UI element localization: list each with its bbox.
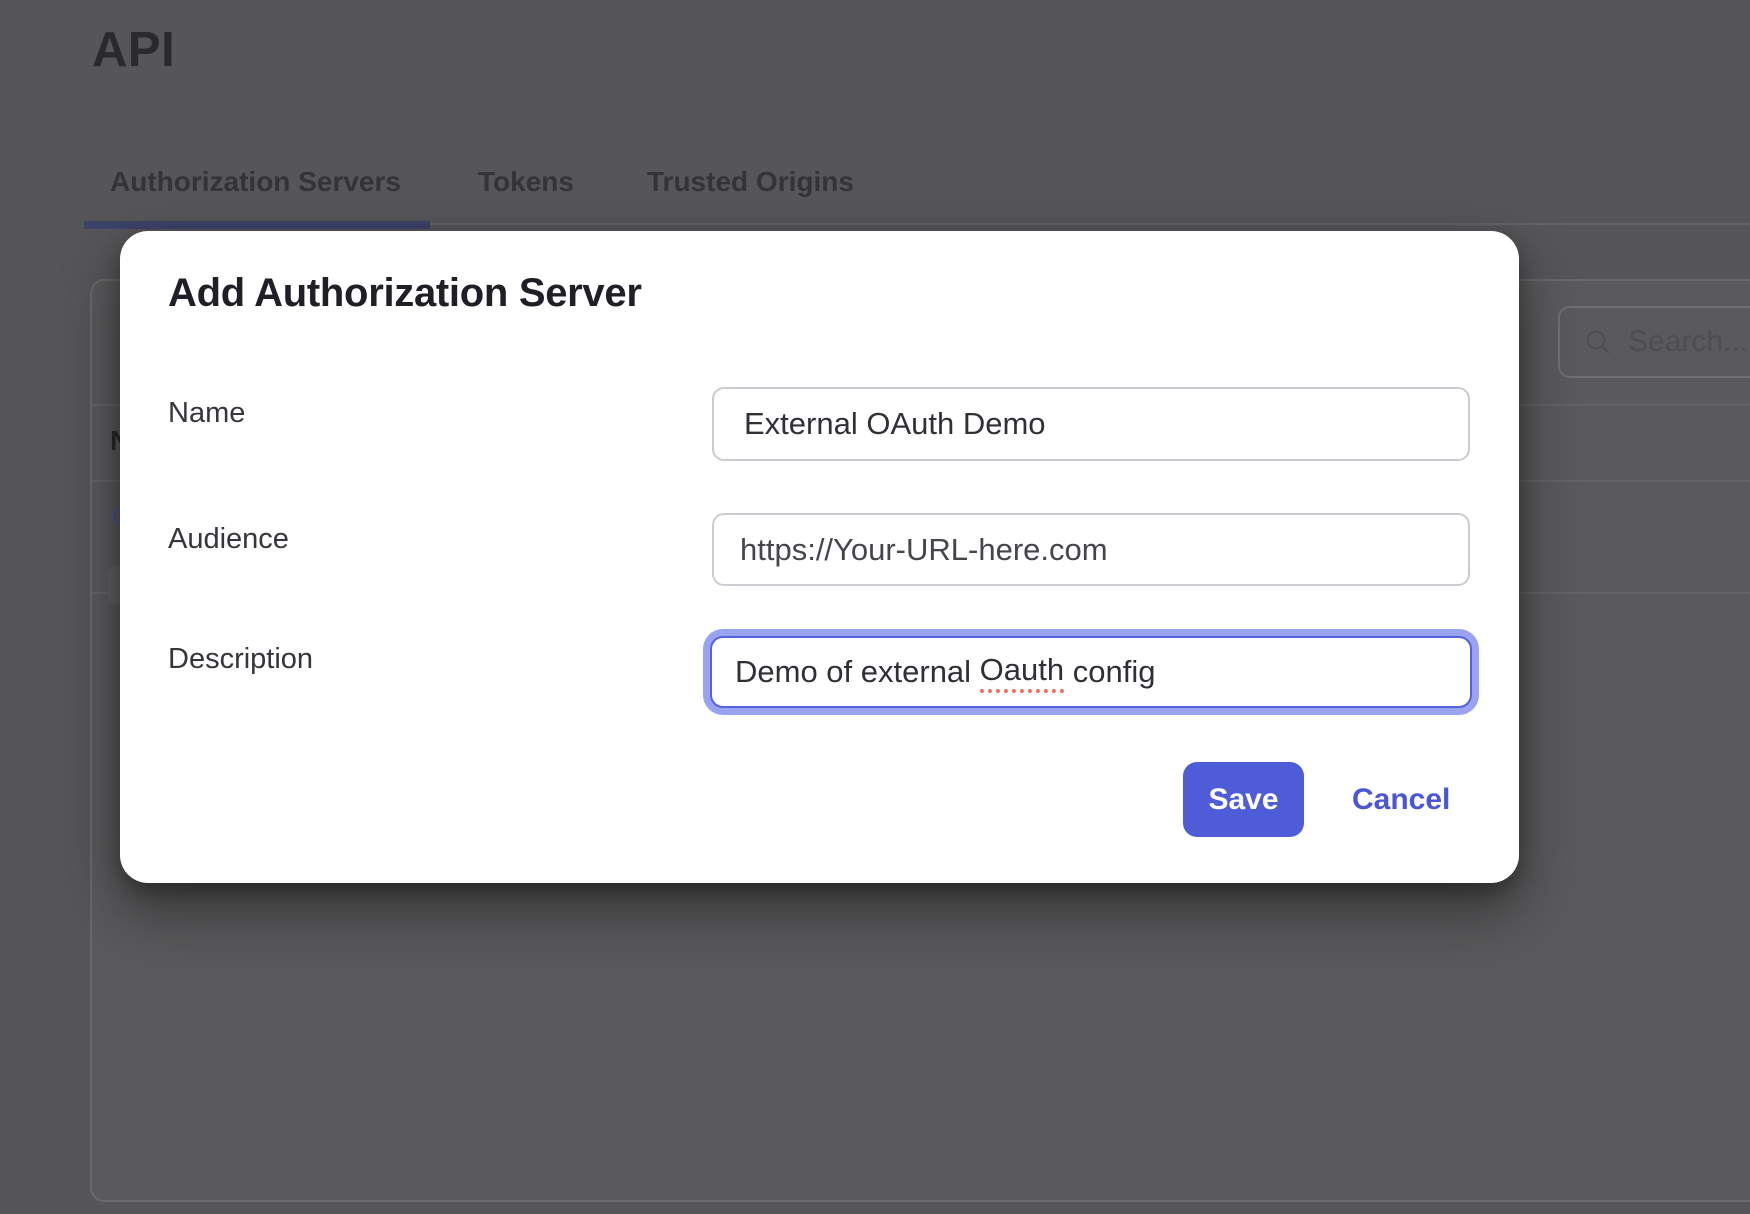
description-text-suffix: config bbox=[1064, 654, 1155, 690]
dialog-title: Add Authorization Server bbox=[168, 271, 642, 316]
search-input[interactable]: Search... bbox=[1558, 306, 1750, 378]
page-title: API bbox=[92, 22, 175, 78]
description-focus-ring: Demo of external Oauth config bbox=[703, 629, 1479, 715]
tab-authorization-servers[interactable]: Authorization Servers bbox=[110, 166, 401, 198]
description-input[interactable]: Demo of external Oauth config bbox=[710, 636, 1472, 708]
audience-input[interactable]: https://Your-URL-here.com bbox=[712, 513, 1470, 586]
search-placeholder: Search... bbox=[1628, 325, 1748, 359]
name-input[interactable]: External OAuth Demo bbox=[712, 387, 1470, 461]
cancel-button[interactable]: Cancel bbox=[1352, 762, 1450, 837]
description-label: Description bbox=[168, 643, 313, 676]
tab-trusted-origins[interactable]: Trusted Origins bbox=[647, 166, 854, 198]
search-icon bbox=[1582, 326, 1614, 358]
description-text: Demo of external bbox=[735, 654, 980, 690]
audience-label: Audience bbox=[168, 523, 289, 556]
screen: API Authorization Servers Tokens Trusted… bbox=[0, 0, 1750, 1214]
add-authorization-server-dialog: Add Authorization Server Name External O… bbox=[120, 231, 1519, 883]
tab-tokens[interactable]: Tokens bbox=[478, 166, 574, 198]
save-button[interactable]: Save bbox=[1183, 762, 1304, 837]
active-tab-underline bbox=[84, 221, 430, 229]
description-misspelled-word: Oauth bbox=[980, 652, 1064, 693]
name-label: Name bbox=[168, 397, 245, 430]
